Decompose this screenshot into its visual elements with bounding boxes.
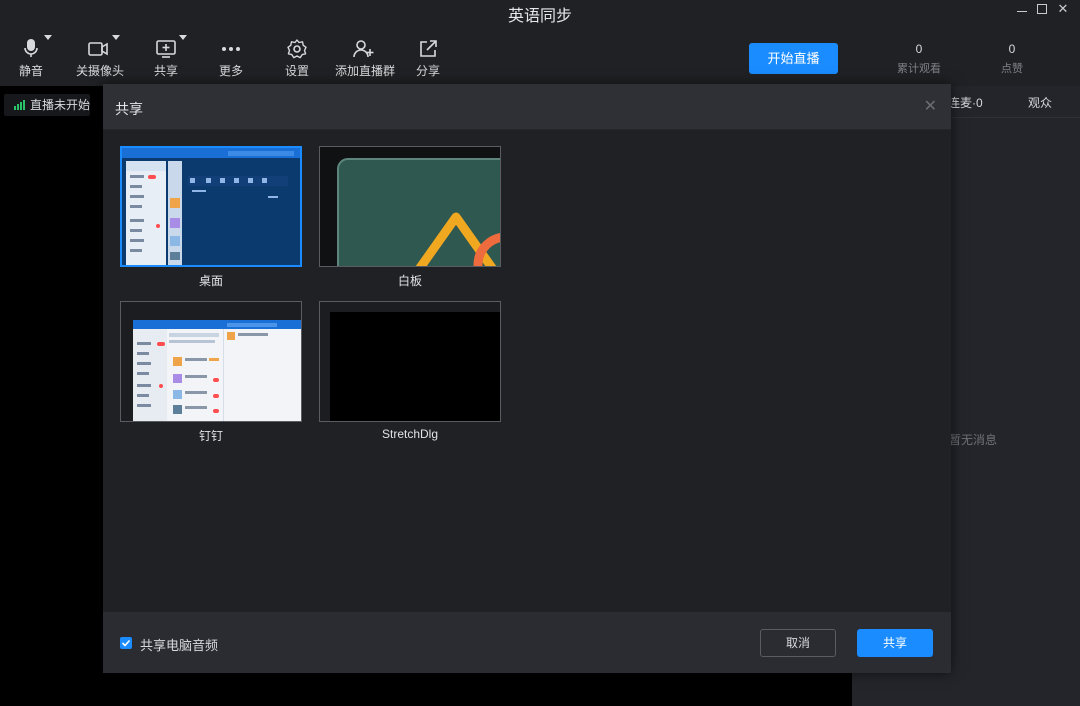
mute-label: 静音 bbox=[18, 64, 43, 78]
mute-button[interactable]: 静音 bbox=[18, 38, 44, 82]
camera-button[interactable]: 关摄像头 bbox=[76, 38, 125, 82]
confirm-share-button[interactable]: 共享 bbox=[857, 629, 933, 657]
close-window-button[interactable]: ✕ bbox=[1054, 2, 1072, 18]
cancel-button[interactable]: 取消 bbox=[760, 629, 836, 657]
add-user-icon bbox=[353, 40, 374, 58]
whiteboard-preview-image bbox=[320, 147, 500, 266]
more-icon bbox=[222, 47, 240, 51]
whiteboard-label: 白板 bbox=[397, 274, 422, 288]
title-bar: 英语同步 ✕ bbox=[0, 0, 1080, 26]
maximize-icon bbox=[1037, 4, 1047, 14]
likes-stat: 0 点赞 bbox=[982, 42, 1042, 76]
microphone-icon bbox=[24, 39, 38, 57]
checkmark-icon bbox=[121, 639, 131, 647]
desktop-thumbnail[interactable] bbox=[120, 146, 302, 267]
stretchdlg-preview-image bbox=[320, 302, 500, 421]
share-screen-button[interactable]: 共享 bbox=[153, 38, 179, 82]
more-label: 更多 bbox=[218, 64, 243, 78]
live-status-badge: 直播未开始 bbox=[4, 94, 90, 116]
mute-dropdown-caret-icon[interactable] bbox=[44, 35, 52, 40]
likes-count: 0 bbox=[1008, 42, 1016, 56]
live-status-label: 直播未开始 bbox=[30, 98, 91, 112]
desktop-preview-image bbox=[122, 148, 300, 265]
desktop-label: 桌面 bbox=[198, 274, 223, 288]
start-live-button[interactable]: 开始直播 bbox=[749, 43, 838, 74]
dialog-title: 共享 bbox=[115, 101, 143, 117]
share-dialog: 共享 ✕ 桌面 白板 钉钉 StretchDlg 共享电脑音频 取消 共享 bbox=[103, 84, 951, 673]
total-views-label: 累计观看 bbox=[897, 63, 941, 75]
forward-label: 分享 bbox=[415, 64, 440, 78]
dingtalk-thumbnail[interactable] bbox=[120, 301, 302, 422]
dialog-header: 共享 ✕ bbox=[103, 84, 951, 130]
dingtalk-label: 钉钉 bbox=[198, 429, 223, 443]
stretchdlg-thumbnail[interactable] bbox=[319, 301, 501, 422]
gear-icon bbox=[287, 39, 307, 59]
settings-button[interactable]: 设置 bbox=[284, 38, 310, 82]
whiteboard-thumbnail[interactable] bbox=[319, 146, 501, 267]
external-share-icon bbox=[420, 40, 437, 57]
settings-label: 设置 bbox=[284, 64, 309, 78]
dingtalk-preview-image bbox=[121, 302, 301, 421]
toolbar: 静音 关摄像头 共享 更多 设置 添加直播群 分享 开始直播 0 累计观看 0 … bbox=[0, 26, 1080, 86]
share-source-desktop[interactable]: 桌面 bbox=[120, 146, 302, 289]
camera-icon bbox=[88, 42, 108, 56]
camera-label: 关摄像头 bbox=[76, 64, 125, 78]
minimize-icon bbox=[1017, 11, 1027, 12]
tab-co-host[interactable]: 连麦·0 bbox=[948, 94, 983, 111]
add-live-group-button[interactable]: 添加直播群 bbox=[335, 38, 396, 82]
dialog-close-icon[interactable]: ✕ bbox=[924, 96, 937, 116]
screen-share-icon bbox=[156, 40, 176, 58]
camera-dropdown-caret-icon[interactable] bbox=[112, 35, 120, 40]
likes-label: 点赞 bbox=[1001, 63, 1023, 75]
share-source-whiteboard[interactable]: 白板 bbox=[319, 146, 501, 289]
more-button[interactable]: 更多 bbox=[218, 38, 244, 82]
close-icon: ✕ bbox=[1057, 1, 1069, 16]
tab-audience[interactable]: 观众 bbox=[1028, 94, 1052, 111]
dialog-footer: 共享电脑音频 取消 共享 bbox=[103, 612, 951, 673]
total-views-count: 0 bbox=[915, 42, 923, 56]
window-title: 英语同步 bbox=[507, 8, 572, 25]
signal-icon bbox=[14, 100, 25, 110]
share-source-grid: 桌面 白板 钉钉 StretchDlg bbox=[103, 130, 951, 612]
total-views-stat: 0 累计观看 bbox=[889, 42, 949, 76]
share-source-dingtalk[interactable]: 钉钉 bbox=[120, 301, 302, 444]
add-live-group-label: 添加直播群 bbox=[335, 64, 396, 78]
maximize-button[interactable] bbox=[1033, 2, 1051, 18]
empty-message: 暂无消息 bbox=[949, 433, 998, 447]
share-dropdown-caret-icon[interactable] bbox=[179, 35, 187, 40]
share-audio-label[interactable]: 共享电脑音频 bbox=[140, 635, 218, 654]
share-audio-checkbox[interactable] bbox=[120, 637, 132, 649]
minimize-button[interactable] bbox=[1013, 2, 1031, 18]
stretchdlg-label: StretchDlg bbox=[381, 427, 439, 441]
forward-button[interactable]: 分享 bbox=[415, 38, 441, 82]
share-screen-label: 共享 bbox=[153, 64, 178, 78]
share-source-stretchdlg[interactable]: StretchDlg bbox=[319, 301, 501, 441]
